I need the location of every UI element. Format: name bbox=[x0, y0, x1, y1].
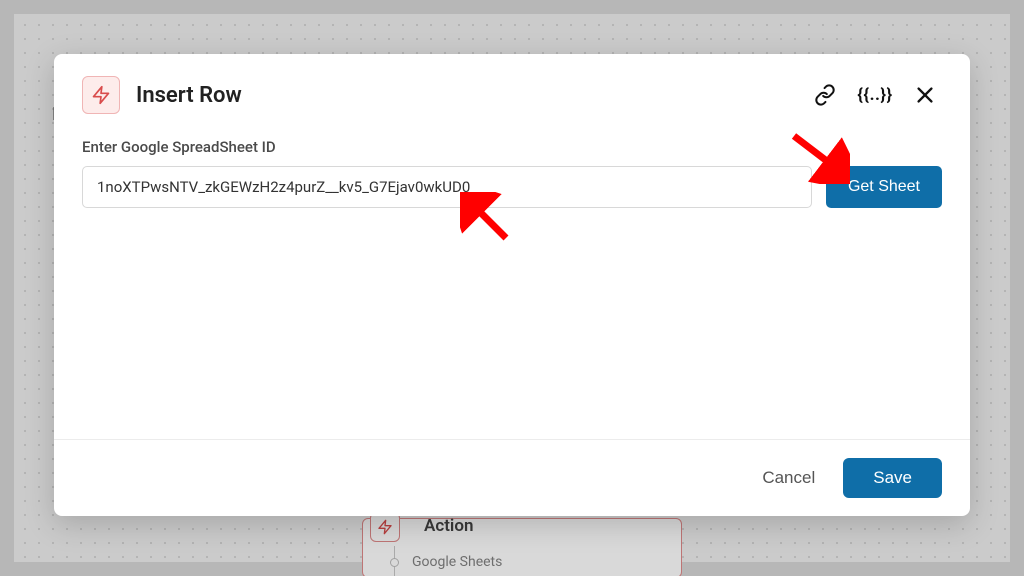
bolt-icon bbox=[82, 76, 120, 114]
modal-footer: Cancel Save bbox=[54, 439, 970, 516]
spreadsheet-id-row: Get Sheet bbox=[82, 166, 942, 208]
insert-row-modal: Insert Row {{..}} Enter Google SpreadShe… bbox=[54, 54, 970, 516]
cancel-button[interactable]: Cancel bbox=[762, 468, 815, 488]
modal-header: Insert Row {{..}} bbox=[54, 54, 970, 126]
modal-body: Enter Google SpreadSheet ID Get Sheet bbox=[54, 126, 970, 439]
close-icon[interactable] bbox=[908, 78, 942, 112]
spreadsheet-id-label: Enter Google SpreadSheet ID bbox=[82, 138, 942, 156]
variables-button[interactable]: {{..}} bbox=[858, 78, 892, 112]
modal-title: Insert Row bbox=[136, 83, 792, 108]
link-icon[interactable] bbox=[808, 78, 842, 112]
spreadsheet-id-input[interactable] bbox=[82, 166, 812, 208]
save-button[interactable]: Save bbox=[843, 458, 942, 498]
get-sheet-button[interactable]: Get Sheet bbox=[826, 166, 942, 208]
